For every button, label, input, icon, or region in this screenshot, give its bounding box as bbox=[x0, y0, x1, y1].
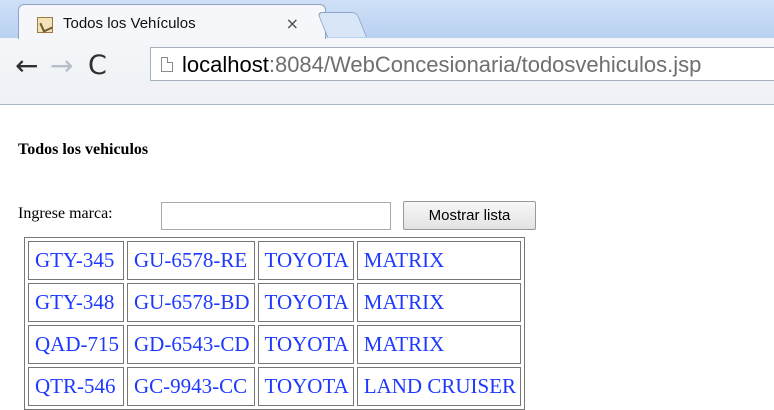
page-icon bbox=[161, 57, 173, 72]
close-tab-icon[interactable]: × bbox=[286, 14, 299, 33]
table-cell[interactable]: GC-9943-CC bbox=[127, 367, 255, 406]
browser-chrome: Todos los Vehículos × ← → C localhost:80… bbox=[0, 0, 774, 105]
brand-label: Ingrese marca: bbox=[18, 205, 113, 222]
table-cell[interactable]: MATRIX bbox=[356, 325, 522, 364]
table-cell[interactable]: TOYOTA bbox=[257, 241, 354, 280]
table-cell[interactable]: TOYOTA bbox=[257, 283, 354, 322]
table-cell[interactable]: MATRIX bbox=[356, 241, 522, 280]
table-cell[interactable]: TOYOTA bbox=[257, 325, 354, 364]
table-cell[interactable]: LAND CRUISER bbox=[356, 367, 522, 406]
forward-arrow-icon: → bbox=[50, 49, 74, 82]
table-cell[interactable]: QAD-715 bbox=[28, 325, 124, 364]
address-bar[interactable]: localhost:8084/WebConcesionaria/todosveh… bbox=[150, 47, 774, 81]
table-row: QTR-546 GC-9943-CC TOYOTA LAND CRUISER bbox=[28, 367, 522, 406]
page-title: Todos los vehiculos bbox=[18, 141, 149, 158]
reload-icon[interactable]: C bbox=[88, 52, 107, 80]
table-cell[interactable]: GD-6543-CD bbox=[127, 325, 255, 364]
back-arrow-icon[interactable]: ← bbox=[15, 52, 38, 80]
vehicle-table: GTY-345 GU-6578-RE TOYOTA MATRIX GTY-348 GU-6… bbox=[24, 237, 526, 410]
site-favicon-icon bbox=[37, 17, 53, 33]
tab-title[interactable]: Todos los Vehículos bbox=[63, 15, 196, 32]
show-list-button[interactable]: Mostrar lista bbox=[403, 201, 536, 230]
table-cell[interactable]: GTY-348 bbox=[28, 283, 124, 322]
table-cell[interactable]: MATRIX bbox=[356, 283, 522, 322]
table-row: GTY-348 GU-6578-BD TOYOTA MATRIX bbox=[28, 283, 522, 322]
table-row: GTY-345 GU-6578-RE TOYOTA MATRIX bbox=[28, 241, 522, 280]
url-text[interactable]: localhost:8084/WebConcesionaria/todosveh… bbox=[182, 52, 701, 78]
table-cell[interactable]: GTY-345 bbox=[28, 241, 124, 280]
table-cell[interactable]: TOYOTA bbox=[257, 367, 354, 406]
table-cell[interactable]: GU-6578-RE bbox=[127, 241, 255, 280]
table-row: QAD-715 GD-6543-CD TOYOTA MATRIX bbox=[28, 325, 522, 364]
table-cell[interactable]: GU-6578-BD bbox=[127, 283, 255, 322]
table-cell[interactable]: QTR-546 bbox=[28, 367, 124, 406]
brand-input[interactable] bbox=[161, 202, 391, 230]
browser-tab[interactable]: Todos los Vehículos × bbox=[18, 4, 326, 39]
